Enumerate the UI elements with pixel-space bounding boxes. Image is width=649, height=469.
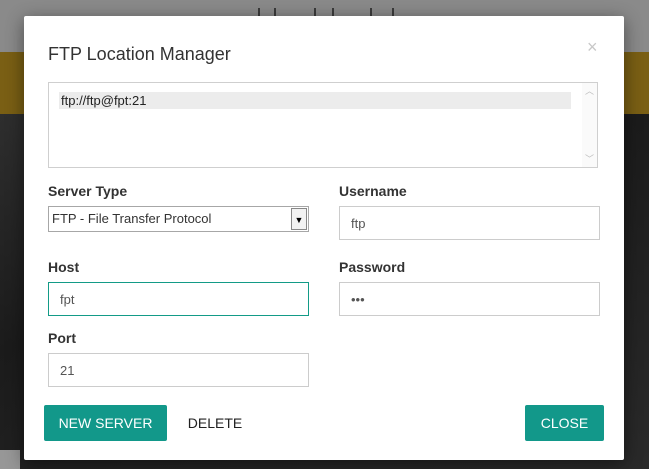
password-label: Password — [339, 259, 406, 275]
port-input[interactable] — [48, 353, 309, 387]
dropdown-arrow-icon[interactable]: ▼ — [291, 208, 307, 230]
new-server-button[interactable]: NEW SERVER — [44, 405, 167, 441]
host-label: Host — [48, 259, 80, 275]
chevron-up-icon[interactable]: ︿ — [585, 87, 594, 96]
dialog-title: FTP Location Manager — [48, 44, 231, 64]
server-type-label: Server Type — [48, 183, 128, 199]
server-type-selected-value: FTP - File Transfer Protocol — [52, 211, 212, 226]
app-background: FTP Location Manager × ftp://ftp@fpt:21 … — [0, 0, 649, 469]
ftp-location-list[interactable]: ftp://ftp@fpt:21 ︿ ﹀ — [48, 82, 598, 168]
delete-button[interactable]: DELETE — [182, 405, 248, 441]
location-item[interactable]: ftp://ftp@fpt:21 — [59, 92, 571, 109]
chevron-down-icon[interactable]: ﹀ — [585, 155, 594, 164]
username-label: Username — [339, 183, 407, 199]
host-input[interactable] — [48, 282, 309, 316]
port-label: Port — [48, 330, 76, 346]
password-input[interactable] — [339, 282, 600, 316]
server-type-select[interactable]: FTP - File Transfer Protocol ▼ — [48, 206, 309, 232]
close-icon[interactable]: × — [587, 38, 598, 56]
username-input[interactable] — [339, 206, 600, 240]
background-corner — [0, 450, 20, 469]
ftp-location-manager-dialog: FTP Location Manager × ftp://ftp@fpt:21 … — [24, 16, 624, 460]
list-scrollbar[interactable]: ︿ ﹀ — [582, 83, 597, 167]
close-button[interactable]: CLOSE — [525, 405, 604, 441]
